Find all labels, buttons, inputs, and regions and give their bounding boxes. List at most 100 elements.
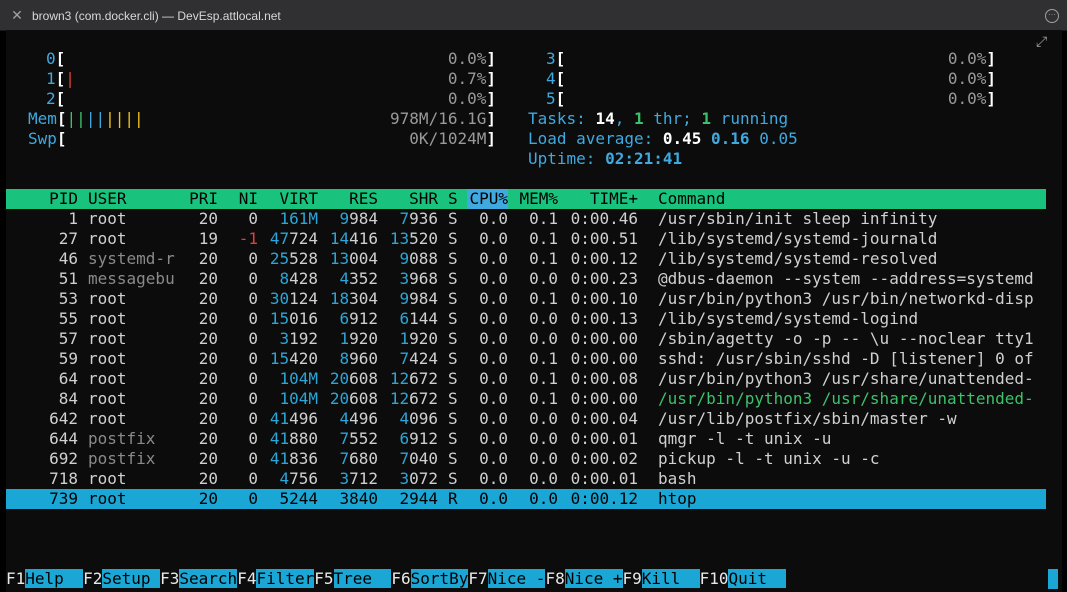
table-row[interactable]: 53 root 20 0 30124 18304 9984 S 0.0 0.1 0:00.10/us… xyxy=(6,289,1046,309)
cell-virt: 5244 xyxy=(279,489,318,508)
fkey-f5[interactable]: F5 xyxy=(314,569,333,588)
fkey-label[interactable]: Search xyxy=(179,569,238,588)
table-row[interactable]: 718 root 20 0 4756 3712 3072 S 0.0 0.0 0:00.01 bash xyxy=(6,469,1046,489)
cell-shr: 3072 xyxy=(399,469,438,488)
fkey-label[interactable]: Setup xyxy=(102,569,161,588)
cell-shr: 6144 xyxy=(399,309,438,328)
cell-virt: 15420 xyxy=(269,349,318,368)
cell-shr: 6912 xyxy=(399,429,438,448)
column-header-ni[interactable]: NI xyxy=(239,189,258,209)
cpu-meter-3: 3[ xyxy=(546,49,566,68)
fkey-f4[interactable]: F4 xyxy=(237,569,256,588)
cell-cmd: /usr/bin/python3 /usr/share/unattended- xyxy=(658,389,1034,408)
table-row[interactable]: 84 root 20 0 104M 20608 12672 S 0.0 0.1 0:00.00/us… xyxy=(6,389,1046,409)
table-row[interactable]: 46 systemd-r 20 0 25528 13004 9088 S 0.0 0.1 0:00.… xyxy=(6,249,1046,269)
cell-cpu: 0.0 xyxy=(479,489,508,508)
fkey-label[interactable]: Filter xyxy=(256,569,315,588)
fkey-f9[interactable]: F9 xyxy=(623,569,642,588)
cpu-bar: | xyxy=(65,69,75,88)
column-header-virt[interactable]: VIRT xyxy=(279,189,318,209)
cell-s: S xyxy=(448,229,458,248)
fkey-f2[interactable]: F2 xyxy=(83,569,102,588)
fkey-f3[interactable]: F3 xyxy=(160,569,179,588)
terminal[interactable]: ⤢ 0[0.0%] 1[| 0.7%] 2[0.0%] 3[0.0%] 4[0.0%] 5[… xyxy=(6,30,1062,592)
column-header-pri[interactable]: PRI xyxy=(189,189,218,209)
fkey-label[interactable]: Tree xyxy=(333,569,392,588)
cell-pid: 55 xyxy=(58,309,78,328)
cell-s: R xyxy=(448,489,458,508)
column-header-user[interactable]: USER xyxy=(88,189,127,209)
cell-s: S xyxy=(448,369,458,388)
table-row[interactable]: 51 messagebu 20 0 8428 4352 3968 S 0.0 0.0 0:00.23… xyxy=(6,269,1046,289)
cell-cmd: sshd: /usr/sbin/sshd -D [listener] 0 of xyxy=(658,349,1034,368)
cell-res: 1920 xyxy=(339,329,378,348)
cell-pri: 20 xyxy=(198,469,218,488)
cell-pri: 20 xyxy=(198,249,218,268)
fkey-f6[interactable]: F6 xyxy=(391,569,410,588)
fkey-label[interactable]: Quit xyxy=(728,569,787,588)
column-header-s[interactable]: S xyxy=(448,189,458,209)
table-row[interactable]: 739 root 20 0 5244 3840 2944 R 0.0 0.0 0:00.12 htop xyxy=(6,489,1046,509)
cell-time: 0:00.13 xyxy=(570,309,638,328)
column-header-shr[interactable]: SHR xyxy=(409,189,438,209)
cell-user: root xyxy=(88,389,127,408)
fkey-label[interactable]: Nice - xyxy=(487,569,546,588)
cell-shr: 2944 xyxy=(399,489,438,508)
fkey-f7[interactable]: F7 xyxy=(468,569,487,588)
table-row[interactable]: 642 root 20 0 41496 4496 4096 S 0.0 0.0 0:00.04/us… xyxy=(6,409,1046,429)
table-row[interactable]: 64 root 20 0 104M 20608 12672 S 0.0 0.1 0:00.08/us… xyxy=(6,369,1046,389)
cell-virt: 104M xyxy=(279,389,318,408)
fkey-f10[interactable]: F10 xyxy=(700,569,729,588)
cell-res: 18304 xyxy=(329,289,378,308)
table-row[interactable]: 692 postfix 20 0 41836 7680 7040 S 0.0 0.0 0:00.02… xyxy=(6,449,1046,469)
column-header-cpu[interactable]: CPU% xyxy=(467,189,508,209)
cell-user: messagebu xyxy=(88,269,175,288)
cpu-id: 3 xyxy=(546,49,556,68)
cell-s: S xyxy=(448,249,458,268)
column-header-res[interactable]: RES xyxy=(349,189,378,209)
cell-cpu: 0.0 xyxy=(479,249,508,268)
cell-pid: 53 xyxy=(58,289,78,308)
column-header-pid[interactable]: PID xyxy=(49,189,78,209)
table-row[interactable]: 644 postfix 20 0 41880 7552 6912 S 0.0 0.0 0:00.01… xyxy=(6,429,1046,449)
cell-cpu: 0.0 xyxy=(479,469,508,488)
cell-ni: 0 xyxy=(248,289,258,308)
cell-mem: 0.0 xyxy=(529,269,558,288)
column-header-mem[interactable]: MEM% xyxy=(517,189,558,209)
cell-time: 0:00.12 xyxy=(570,489,638,508)
close-icon[interactable]: ✕ xyxy=(10,8,24,22)
table-row[interactable]: 1 root 20 0 161M 9984 7936 S 0.0 0.1 0:00.46/usr/s… xyxy=(6,209,1046,229)
cell-ni: 0 xyxy=(248,429,258,448)
fkey-label[interactable]: Help xyxy=(25,569,84,588)
scrollbar[interactable] xyxy=(1048,569,1058,589)
cell-virt: 25528 xyxy=(269,249,318,268)
table-row[interactable]: 59 root 20 0 15420 8960 7424 S 0.0 0.1 0:00.00 sshd… xyxy=(6,349,1046,369)
cell-pid: 84 xyxy=(58,389,78,408)
cell-cmd: /lib/systemd/systemd-resolved xyxy=(658,249,938,268)
cell-pid: 51 xyxy=(58,269,78,288)
table-row[interactable]: 55 root 20 0 15016 6912 6144 S 0.0 0.0 0:00.13/lib… xyxy=(6,309,1046,329)
cpu-id: 4 xyxy=(546,69,556,88)
cpu-meter-0: 0[ xyxy=(46,49,66,68)
table-row[interactable]: 57 root 20 0 3192 1920 1920 S 0.0 0.0 0:00.00/sbin… xyxy=(6,329,1046,349)
cell-time: 0:00.10 xyxy=(570,289,638,308)
fkey-label[interactable]: Nice + xyxy=(564,569,623,588)
cell-pri: 20 xyxy=(198,209,218,228)
cell-s: S xyxy=(448,309,458,328)
fkey-label[interactable]: Kill xyxy=(641,569,700,588)
column-header-cmd[interactable]: Command xyxy=(658,189,725,209)
more-options-icon[interactable]: ··· xyxy=(1045,9,1059,23)
cpu-id: 2 xyxy=(46,89,56,108)
table-row[interactable]: 27 root 19 -1 47724 14416 13520 S 0.0 0.1 0:00.51 /… xyxy=(6,229,1046,249)
cell-cpu: 0.0 xyxy=(479,329,508,348)
fkey-f8[interactable]: F8 xyxy=(545,569,564,588)
expand-icon[interactable]: ⤢ xyxy=(1036,34,1054,50)
load-average: Load average: 0.45 0.16 0.05 xyxy=(528,129,798,148)
column-header-time[interactable]: TIME+ xyxy=(590,189,638,209)
cell-pri: 20 xyxy=(198,449,218,468)
cell-res: 20608 xyxy=(329,369,378,388)
cell-res: 9984 xyxy=(339,209,378,228)
cell-cmd: /usr/bin/python3 /usr/share/unattended- xyxy=(658,369,1034,388)
fkey-f1[interactable]: F1 xyxy=(6,569,25,588)
fkey-label[interactable]: SortBy xyxy=(410,569,469,588)
